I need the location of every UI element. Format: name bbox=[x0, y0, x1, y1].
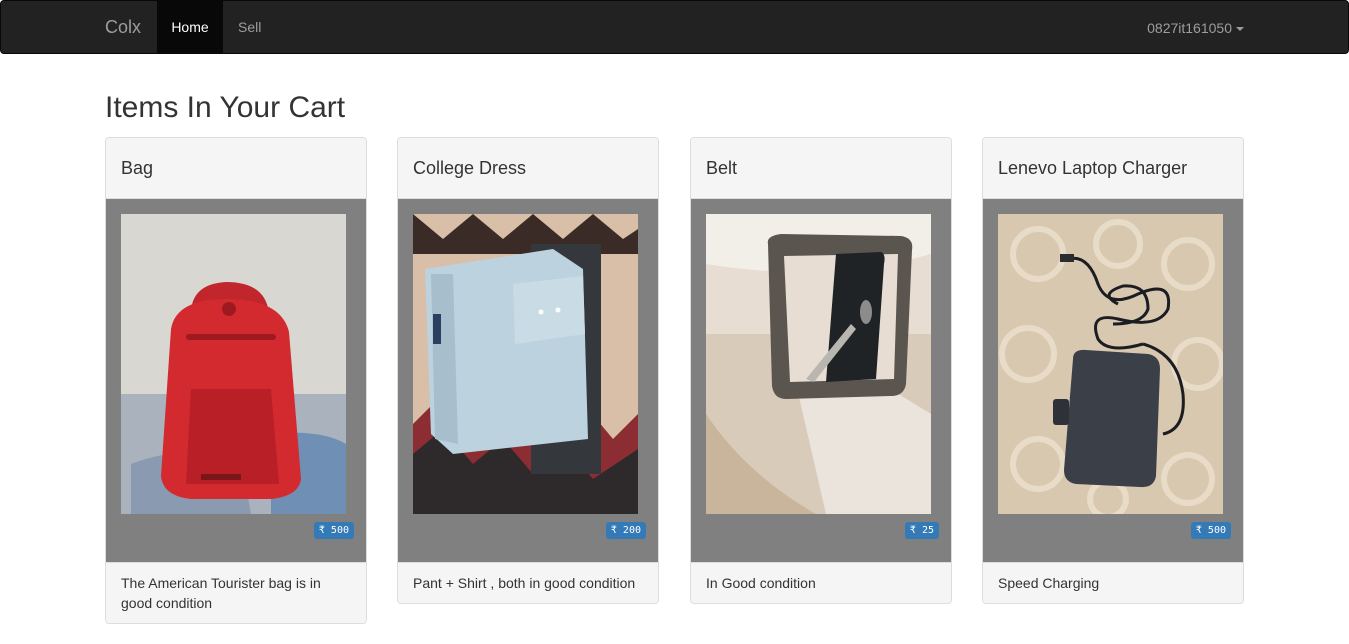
item-photo-laptop-charger[interactable] bbox=[998, 214, 1223, 514]
item-body: ₹ 500 bbox=[983, 199, 1243, 562]
cart-item-card: Bag ₹ 500 The American Tourister bag is … bbox=[105, 137, 367, 624]
item-photo-college-dress[interactable] bbox=[413, 214, 638, 514]
price-badge: ₹ 500 bbox=[313, 522, 354, 539]
item-body: ₹ 200 bbox=[398, 199, 658, 562]
brand-logo[interactable]: Colx bbox=[105, 1, 141, 53]
price-badge: ₹ 200 bbox=[605, 522, 646, 539]
item-title: College Dress bbox=[398, 138, 658, 199]
cart-item-card: Lenevo Laptop Charger ₹ 500 Speed Chargi… bbox=[982, 137, 1244, 604]
item-title: Lenevo Laptop Charger bbox=[983, 138, 1243, 199]
price-badge: ₹ 25 bbox=[904, 522, 939, 539]
item-photo-belt[interactable] bbox=[706, 214, 931, 514]
item-photo-bag[interactable] bbox=[121, 214, 346, 514]
item-title: Belt bbox=[691, 138, 951, 199]
item-title: Bag bbox=[106, 138, 366, 199]
caret-down-icon bbox=[1236, 27, 1244, 32]
page-title: Items In Your Cart bbox=[105, 91, 346, 124]
nav-sell-link[interactable]: Sell bbox=[223, 1, 276, 53]
user-name: 0827it161050 bbox=[1147, 20, 1232, 36]
item-description: Speed Charging bbox=[983, 562, 1243, 603]
item-body: ₹ 25 bbox=[691, 199, 951, 562]
item-description: Pant + Shirt , both in good condition bbox=[398, 562, 658, 603]
user-menu-dropdown[interactable]: 0827it161050 bbox=[1147, 1, 1244, 53]
cart-item-card: Belt ₹ 25 In Good condition bbox=[690, 137, 952, 604]
cart-item-card: College Dress ₹ 200 Pant + Shirt , both … bbox=[397, 137, 659, 604]
nav-home-link[interactable]: Home bbox=[157, 1, 223, 53]
item-description: In Good condition bbox=[691, 562, 951, 603]
item-description: The American Tourister bag is in good co… bbox=[106, 562, 366, 623]
item-body: ₹ 500 bbox=[106, 199, 366, 562]
price-badge: ₹ 500 bbox=[1190, 522, 1231, 539]
top-navbar: Colx Home Sell 0827it161050 bbox=[0, 0, 1349, 54]
